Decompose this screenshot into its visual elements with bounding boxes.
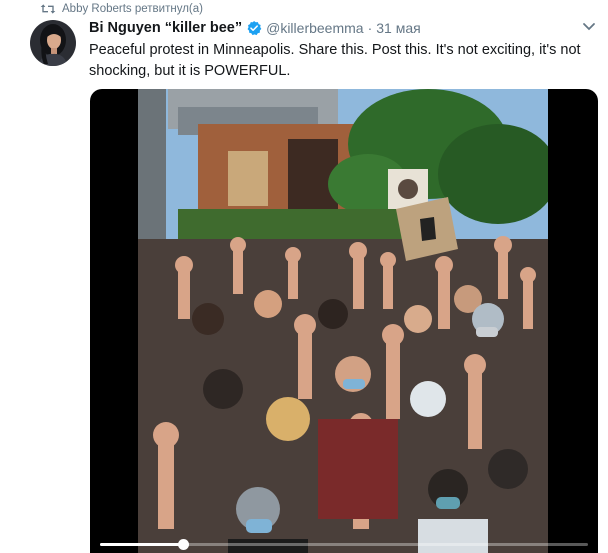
display-name[interactable]: Bi Nguyen “killer bee” (89, 20, 242, 36)
retweet-label[interactable]: Abby Roberts ретвитнул(а) (62, 3, 203, 15)
chevron-down-icon[interactable] (582, 22, 596, 32)
retweet-context: Abby Roberts ретвитнул(а) (40, 1, 203, 17)
video-player[interactable] (90, 89, 598, 553)
video-progress-bar[interactable] (100, 539, 588, 550)
separator: · (367, 20, 373, 36)
tweet-header: Bi Nguyen “killer bee” @killerbeemma · 3… (89, 17, 421, 39)
video-frame[interactable] (138, 89, 548, 553)
tweet-date[interactable]: 31 мая (376, 20, 420, 36)
handle[interactable]: @killerbeemma (266, 20, 363, 36)
video-progress-handle[interactable] (177, 539, 189, 550)
avatar[interactable] (30, 20, 76, 66)
retweet-icon (40, 4, 56, 14)
tweet-text: Peaceful protest in Minneapolis. Share t… (89, 42, 585, 79)
verified-badge-icon (247, 21, 262, 36)
video-progress-fill (100, 543, 183, 546)
